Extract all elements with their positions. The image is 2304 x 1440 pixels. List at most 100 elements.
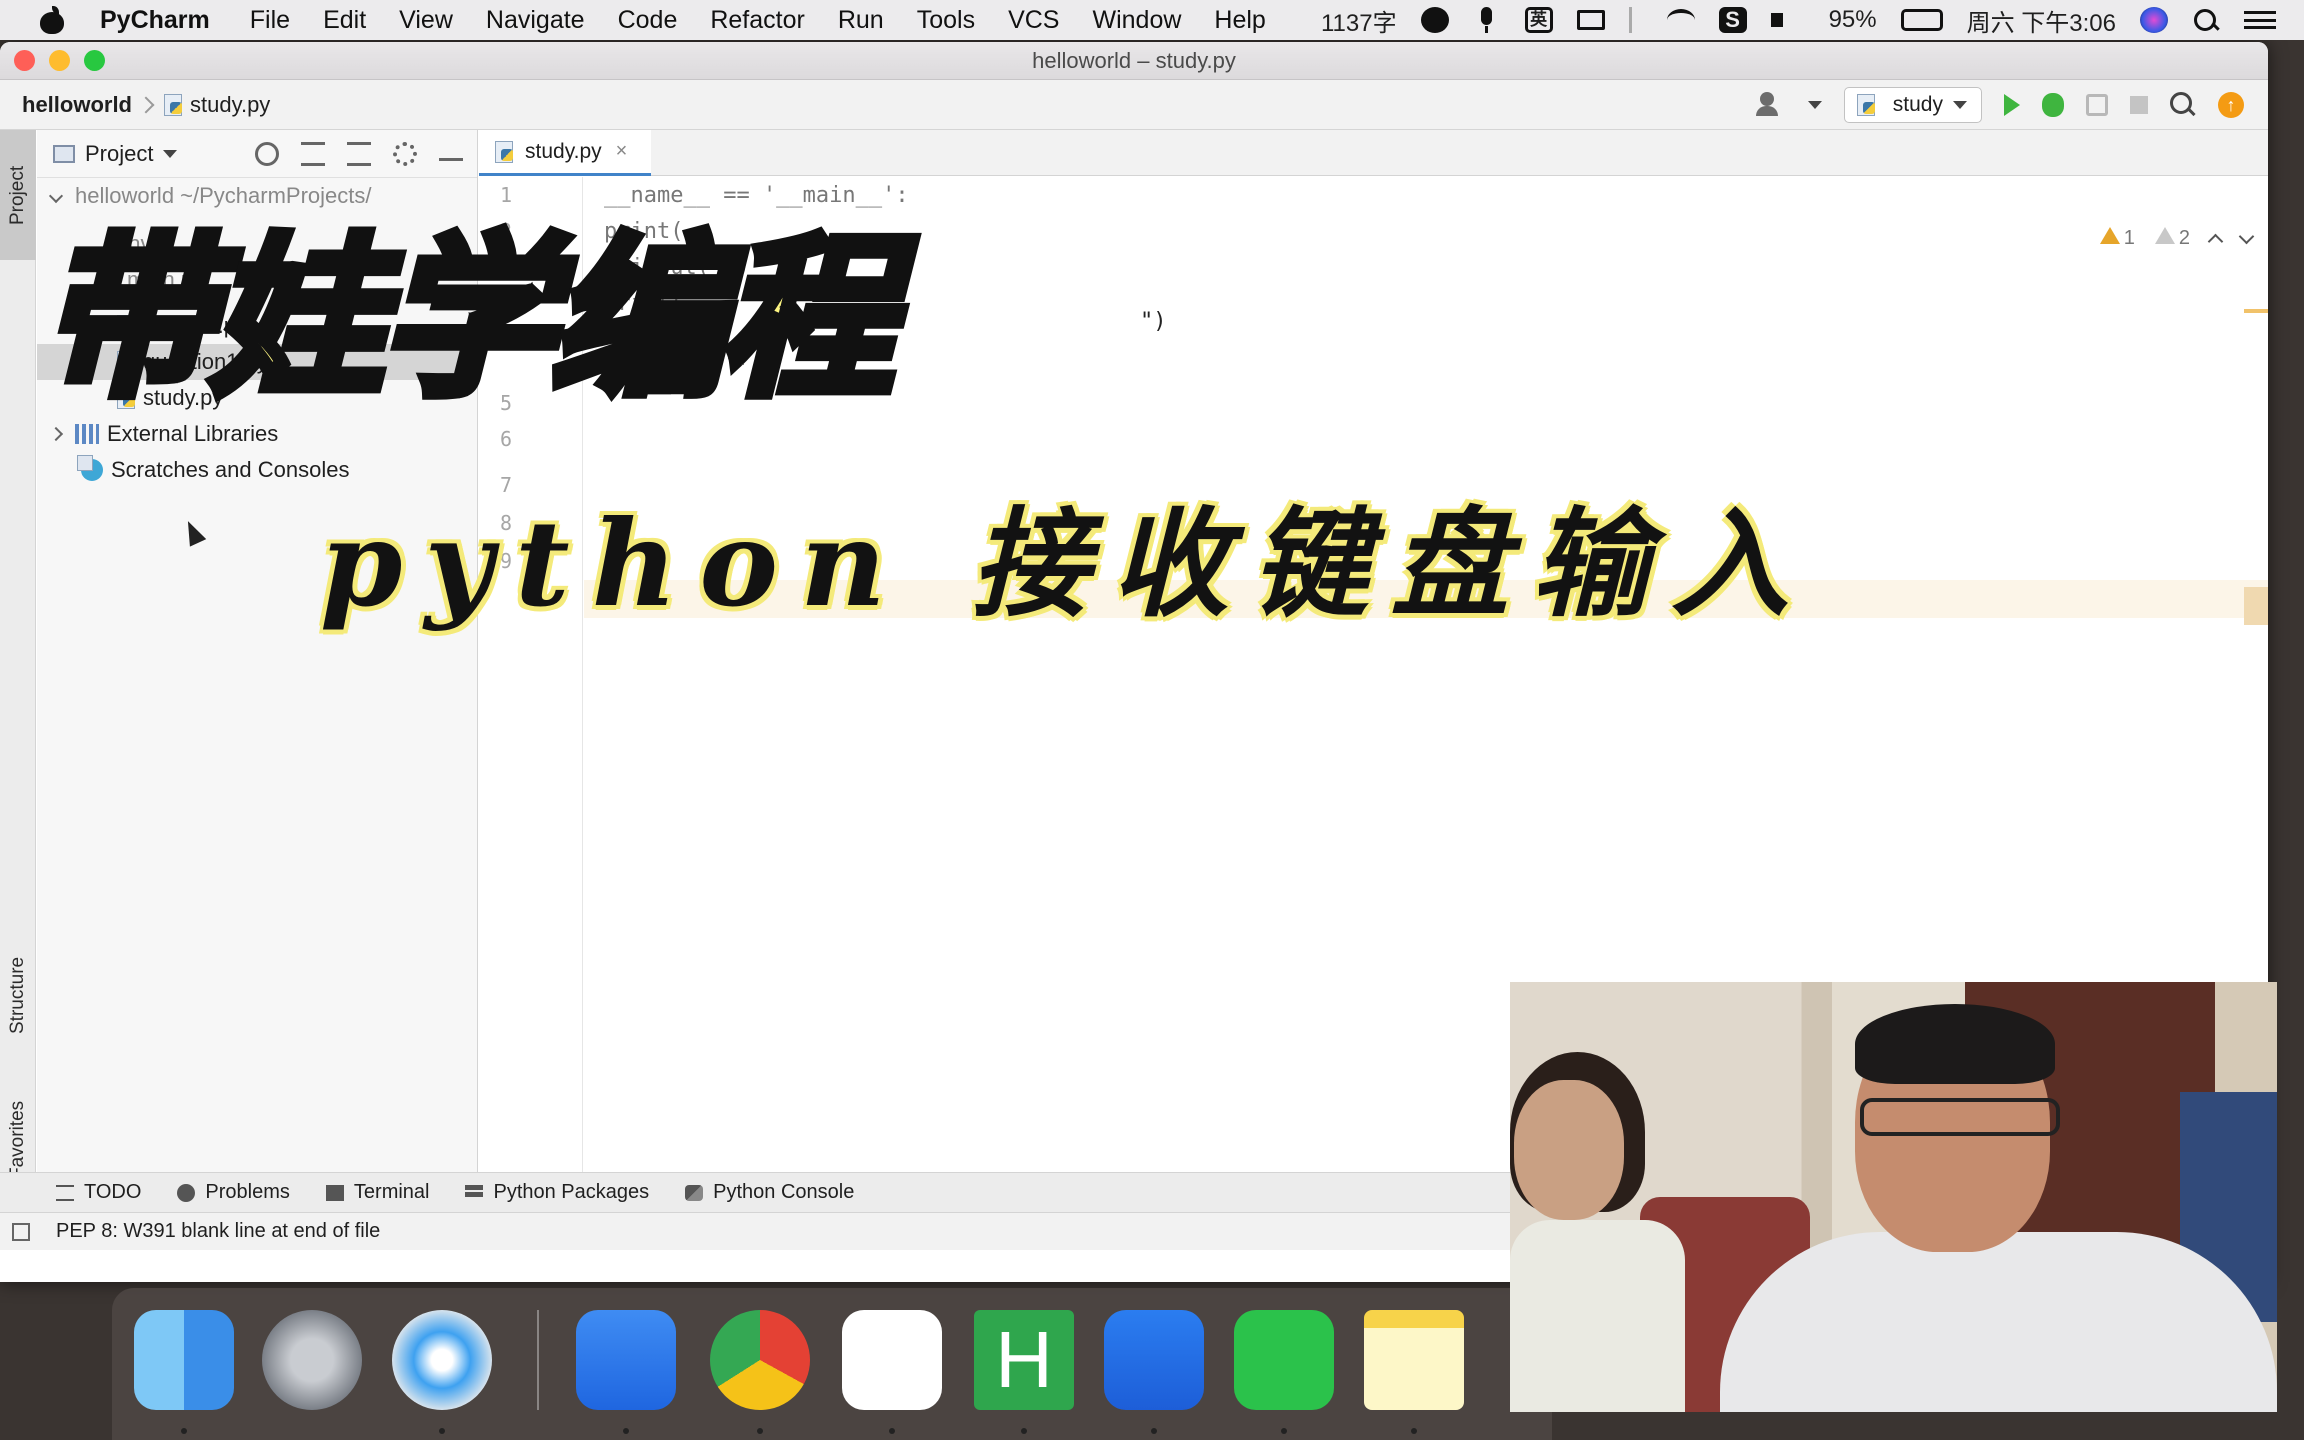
running-indicator: [1411, 1428, 1417, 1434]
python-console-tool-button[interactable]: Python Console: [685, 1181, 854, 1204]
editor-tab-study[interactable]: study.py ×: [479, 130, 651, 176]
menu-edit[interactable]: Edit: [323, 6, 366, 35]
problems-label: Problems: [205, 1181, 290, 1203]
menu-app-name[interactable]: PyCharm: [100, 6, 210, 35]
menu-navigate[interactable]: Navigate: [486, 6, 585, 35]
user-icon[interactable]: [1755, 92, 1786, 118]
launchpad-icon[interactable]: [262, 1310, 362, 1410]
battery-icon[interactable]: [1900, 9, 1943, 31]
search-icon[interactable]: [2170, 92, 2196, 118]
coverage-icon[interactable]: [2086, 94, 2108, 116]
hide-panel-icon[interactable]: [439, 147, 463, 161]
safari-icon[interactable]: [392, 1310, 492, 1410]
webcam-person-man-glasses: [1860, 1098, 2060, 1136]
tree-item-label: Scratches and Consoles: [111, 457, 350, 482]
gear-icon[interactable]: [393, 142, 417, 166]
terminal-tool-button[interactable]: Terminal: [325, 1181, 429, 1204]
todo-tool-button[interactable]: TODO: [56, 1181, 141, 1204]
problems-tool-button[interactable]: Problems: [177, 1181, 290, 1204]
previous-highlight-icon[interactable]: [2207, 233, 2224, 250]
running-indicator: [1151, 1428, 1157, 1434]
update-icon[interactable]: ↑: [2218, 92, 2244, 118]
emoji-icon[interactable]: [1420, 7, 1449, 33]
menu-vcs[interactable]: VCS: [1008, 6, 1059, 35]
volume-icon[interactable]: [1770, 7, 1805, 33]
menu-tools[interactable]: Tools: [917, 6, 975, 35]
notification-center-icon[interactable]: [2244, 11, 2276, 29]
warning-icon: [2099, 227, 2120, 244]
webcam-person-man-body: [1720, 1232, 2277, 1412]
run-configuration-select[interactable]: study: [1843, 87, 1982, 123]
wechat-icon[interactable]: [1234, 1310, 1334, 1410]
expand-all-icon[interactable]: [301, 142, 325, 166]
warning-count[interactable]: 1: [2099, 227, 2135, 250]
siri-icon[interactable]: [2140, 7, 2168, 33]
python-file-icon: [164, 93, 184, 116]
menu-window[interactable]: Window: [1092, 6, 1181, 35]
problems-icon: [177, 1183, 196, 1202]
chevron-down-icon[interactable]: [163, 149, 178, 158]
notes-icon[interactable]: [1364, 1310, 1464, 1410]
menu-help[interactable]: Help: [1214, 6, 1265, 35]
finder-icon[interactable]: [134, 1310, 234, 1410]
next-highlight-icon[interactable]: [2238, 228, 2255, 245]
menu-view[interactable]: View: [399, 6, 453, 35]
window-title-bar: helloworld – study.py: [0, 42, 2268, 80]
project-panel-title[interactable]: Project: [85, 141, 153, 167]
running-indicator: [1281, 1428, 1287, 1434]
running-indicator: [1021, 1428, 1027, 1434]
python-packages-tool-button[interactable]: Python Packages: [465, 1181, 649, 1204]
webcam-person-girl-face: [1514, 1080, 1624, 1220]
wifi-icon[interactable]: [1666, 9, 1695, 31]
window-title: helloworld – study.py: [1032, 47, 1236, 73]
python-console-icon: [685, 1184, 704, 1201]
sogou-icon[interactable]: S: [1718, 7, 1747, 33]
word-count[interactable]: 1137字: [1321, 3, 1397, 38]
line-number: 6: [499, 427, 512, 451]
inspection-widget[interactable]: 1 2: [2099, 227, 2255, 250]
menu-run[interactable]: Run: [838, 6, 884, 35]
error-stripe-mark[interactable]: [2244, 309, 2268, 313]
dingtalk-chat-icon[interactable]: [842, 1310, 942, 1410]
overlay-subtitle: python 接收键盘输入: [320, 494, 1811, 633]
lanhu-icon[interactable]: [1104, 1310, 1204, 1410]
battery-percent[interactable]: 95%: [1829, 6, 1877, 34]
locate-file-icon[interactable]: [255, 142, 279, 166]
breadcrumb-separator-icon: [137, 96, 155, 113]
status-message[interactable]: PEP 8: W391 blank line at end of file: [56, 1220, 380, 1243]
apple-icon[interactable]: [36, 6, 70, 34]
input-method-icon[interactable]: 英: [1524, 7, 1553, 33]
toggle-tool-windows-icon[interactable]: [12, 1223, 30, 1241]
menu-refactor[interactable]: Refactor: [710, 6, 804, 35]
navigation-bar: helloworld study.py study ↑: [0, 80, 2268, 130]
microphone-icon[interactable]: [1473, 7, 1501, 33]
run-icon[interactable]: [2004, 94, 2020, 116]
python-config-icon: [1856, 94, 1877, 116]
pen-editor-icon[interactable]: [576, 1310, 676, 1410]
running-indicator: [757, 1428, 763, 1434]
left-tool-stripe: Project Structure Favorites: [0, 130, 36, 1212]
bluetooth-icon[interactable]: [1628, 7, 1643, 33]
close-tab-icon[interactable]: ×: [616, 140, 628, 163]
breadcrumb-project[interactable]: helloworld: [22, 92, 132, 118]
menu-bar-tray: 1137字 英 S 95% 周六 下午3:06: [1321, 0, 2276, 40]
collapse-all-icon[interactable]: [347, 142, 371, 166]
overlay-banner-title: 带娃学编程: [35, 214, 898, 426]
error-stripe-mark[interactable]: [2244, 587, 2268, 625]
dock-separator: [537, 1310, 539, 1410]
airplay-icon[interactable]: [1576, 10, 1605, 30]
clock[interactable]: 周六 下午3:06: [1967, 3, 2116, 38]
menu-file[interactable]: File: [250, 6, 290, 35]
menu-code[interactable]: Code: [618, 6, 678, 35]
breadcrumb-file[interactable]: study.py: [190, 92, 270, 118]
debug-icon[interactable]: [2042, 93, 2064, 117]
chrome-icon[interactable]: [710, 1310, 810, 1410]
user-dropdown-chevron-icon[interactable]: [1807, 101, 1822, 109]
structure-tool-tab[interactable]: Structure: [0, 910, 36, 1080]
stop-icon[interactable]: [2130, 96, 2148, 114]
project-tool-tab[interactable]: Project: [0, 130, 36, 260]
python-packages-label: Python Packages: [493, 1181, 650, 1203]
spotlight-search-icon[interactable]: [2192, 7, 2220, 33]
hbuilder-icon[interactable]: H: [974, 1310, 1074, 1410]
weak-warning-count[interactable]: 2: [2154, 227, 2190, 250]
